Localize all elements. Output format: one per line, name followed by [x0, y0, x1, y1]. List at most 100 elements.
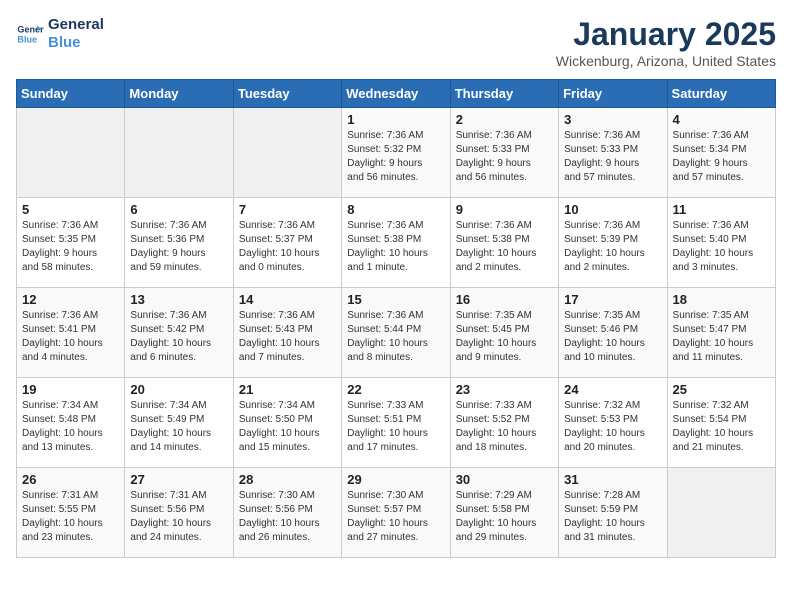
- day-info: Sunrise: 7:29 AM Sunset: 5:58 PM Dayligh…: [456, 489, 553, 545]
- day-number: 17: [564, 292, 661, 307]
- calendar-day-cell: 30 Sunrise: 7:29 AM Sunset: 5:58 PM Dayli…: [450, 468, 558, 558]
- calendar-day-cell: 26 Sunrise: 7:31 AM Sunset: 5:55 PM Dayli…: [17, 468, 125, 558]
- day-info: Sunrise: 7:36 AM Sunset: 5:42 PM Dayligh…: [130, 309, 227, 365]
- day-number: 16: [456, 292, 553, 307]
- calendar-day-cell: 15 Sunrise: 7:36 AM Sunset: 5:44 PM Dayli…: [342, 288, 450, 378]
- calendar-table: SundayMondayTuesdayWednesdayThursdayFrid…: [16, 79, 776, 558]
- day-number: 5: [22, 202, 119, 217]
- day-number: 24: [564, 382, 661, 397]
- day-number: 6: [130, 202, 227, 217]
- svg-text:Blue: Blue: [17, 34, 37, 44]
- day-number: 26: [22, 472, 119, 487]
- day-number: 15: [347, 292, 444, 307]
- title-block: January 2025 Wickenburg, Arizona, United…: [556, 16, 776, 69]
- day-number: 4: [673, 112, 770, 127]
- calendar-week-row: 26 Sunrise: 7:31 AM Sunset: 5:55 PM Dayli…: [17, 468, 776, 558]
- location: Wickenburg, Arizona, United States: [556, 53, 776, 69]
- calendar-day-cell: 9 Sunrise: 7:36 AM Sunset: 5:38 PM Daylig…: [450, 198, 558, 288]
- weekday-header-monday: Monday: [125, 80, 233, 108]
- day-info: Sunrise: 7:35 AM Sunset: 5:46 PM Dayligh…: [564, 309, 661, 365]
- calendar-day-cell: [233, 108, 341, 198]
- day-number: 12: [22, 292, 119, 307]
- day-info: Sunrise: 7:31 AM Sunset: 5:56 PM Dayligh…: [130, 489, 227, 545]
- day-number: 27: [130, 472, 227, 487]
- day-number: 31: [564, 472, 661, 487]
- calendar-day-cell: 14 Sunrise: 7:36 AM Sunset: 5:43 PM Dayli…: [233, 288, 341, 378]
- calendar-day-cell: 22 Sunrise: 7:33 AM Sunset: 5:51 PM Dayli…: [342, 378, 450, 468]
- calendar-day-cell: 11 Sunrise: 7:36 AM Sunset: 5:40 PM Dayli…: [667, 198, 775, 288]
- calendar-day-cell: 24 Sunrise: 7:32 AM Sunset: 5:53 PM Dayli…: [559, 378, 667, 468]
- calendar-day-cell: [17, 108, 125, 198]
- calendar-week-row: 19 Sunrise: 7:34 AM Sunset: 5:48 PM Dayli…: [17, 378, 776, 468]
- calendar-day-cell: [667, 468, 775, 558]
- day-info: Sunrise: 7:33 AM Sunset: 5:51 PM Dayligh…: [347, 399, 444, 455]
- day-number: 21: [239, 382, 336, 397]
- calendar-day-cell: 31 Sunrise: 7:28 AM Sunset: 5:59 PM Dayli…: [559, 468, 667, 558]
- day-info: Sunrise: 7:36 AM Sunset: 5:44 PM Dayligh…: [347, 309, 444, 365]
- day-number: 18: [673, 292, 770, 307]
- calendar-day-cell: 5Sunrise: 7:36 AM Sunset: 5:35 PM Daylig…: [17, 198, 125, 288]
- day-number: 20: [130, 382, 227, 397]
- calendar-day-cell: 28 Sunrise: 7:30 AM Sunset: 5:56 PM Dayli…: [233, 468, 341, 558]
- day-info: Sunrise: 7:36 AM Sunset: 5:41 PM Dayligh…: [22, 309, 119, 365]
- calendar-day-cell: 1 Sunrise: 7:36 AM Sunset: 5:32 PM Daylig…: [342, 108, 450, 198]
- day-info: Sunrise: 7:36 AM Sunset: 5:32 PM Dayligh…: [347, 129, 444, 185]
- day-info: Sunrise: 7:36 AM Sunset: 5:40 PM Dayligh…: [673, 219, 770, 275]
- calendar-day-cell: 23 Sunrise: 7:33 AM Sunset: 5:52 PM Dayli…: [450, 378, 558, 468]
- day-info: Sunrise: 7:36 AM Sunset: 5:39 PM Dayligh…: [564, 219, 661, 275]
- day-number: 1: [347, 112, 444, 127]
- day-number: 10: [564, 202, 661, 217]
- logo-icon: General Blue: [16, 20, 44, 48]
- day-info: Sunrise: 7:36 AM Sunset: 5:37 PM Dayligh…: [239, 219, 336, 275]
- calendar-day-cell: 20 Sunrise: 7:34 AM Sunset: 5:49 PM Dayli…: [125, 378, 233, 468]
- calendar-day-cell: 27 Sunrise: 7:31 AM Sunset: 5:56 PM Dayli…: [125, 468, 233, 558]
- day-info: Sunrise: 7:36 AM Sunset: 5:34 PM Dayligh…: [673, 129, 770, 185]
- day-number: 22: [347, 382, 444, 397]
- day-info: Sunrise: 7:36 AM Sunset: 5:38 PM Dayligh…: [456, 219, 553, 275]
- day-info: Sunrise: 7:36 AM Sunset: 5:38 PM Dayligh…: [347, 219, 444, 275]
- day-number: 14: [239, 292, 336, 307]
- calendar-week-row: 1 Sunrise: 7:36 AM Sunset: 5:32 PM Daylig…: [17, 108, 776, 198]
- day-number: 9: [456, 202, 553, 217]
- logo-blue: Blue: [48, 34, 104, 52]
- calendar-day-cell: 6Sunrise: 7:36 AM Sunset: 5:36 PM Daylig…: [125, 198, 233, 288]
- day-info: Sunrise: 7:32 AM Sunset: 5:53 PM Dayligh…: [564, 399, 661, 455]
- logo: General Blue General Blue: [16, 16, 104, 52]
- day-info: Sunrise: 7:34 AM Sunset: 5:49 PM Dayligh…: [130, 399, 227, 455]
- day-number: 29: [347, 472, 444, 487]
- page-header: General Blue General Blue January 2025 W…: [16, 16, 776, 69]
- day-info: Sunrise: 7:33 AM Sunset: 5:52 PM Dayligh…: [456, 399, 553, 455]
- calendar-day-cell: [125, 108, 233, 198]
- calendar-day-cell: 25Sunrise: 7:32 AM Sunset: 5:54 PM Dayli…: [667, 378, 775, 468]
- calendar-day-cell: 19 Sunrise: 7:34 AM Sunset: 5:48 PM Dayli…: [17, 378, 125, 468]
- day-number: 30: [456, 472, 553, 487]
- day-info: Sunrise: 7:36 AM Sunset: 5:43 PM Dayligh…: [239, 309, 336, 365]
- weekday-header-sunday: Sunday: [17, 80, 125, 108]
- calendar-week-row: 12 Sunrise: 7:36 AM Sunset: 5:41 PM Dayli…: [17, 288, 776, 378]
- calendar-day-cell: 8 Sunrise: 7:36 AM Sunset: 5:38 PM Daylig…: [342, 198, 450, 288]
- weekday-header-saturday: Saturday: [667, 80, 775, 108]
- day-number: 19: [22, 382, 119, 397]
- calendar-day-cell: 2Sunrise: 7:36 AM Sunset: 5:33 PM Daylig…: [450, 108, 558, 198]
- weekday-header-wednesday: Wednesday: [342, 80, 450, 108]
- day-number: 8: [347, 202, 444, 217]
- calendar-week-row: 5Sunrise: 7:36 AM Sunset: 5:35 PM Daylig…: [17, 198, 776, 288]
- day-number: 3: [564, 112, 661, 127]
- day-info: Sunrise: 7:34 AM Sunset: 5:48 PM Dayligh…: [22, 399, 119, 455]
- day-number: 23: [456, 382, 553, 397]
- calendar-day-cell: 4 Sunrise: 7:36 AM Sunset: 5:34 PM Daylig…: [667, 108, 775, 198]
- day-info: Sunrise: 7:30 AM Sunset: 5:57 PM Dayligh…: [347, 489, 444, 545]
- calendar-day-cell: 13 Sunrise: 7:36 AM Sunset: 5:42 PM Dayli…: [125, 288, 233, 378]
- calendar-day-cell: 10 Sunrise: 7:36 AM Sunset: 5:39 PM Dayli…: [559, 198, 667, 288]
- logo-general: General: [48, 16, 104, 34]
- day-info: Sunrise: 7:31 AM Sunset: 5:55 PM Dayligh…: [22, 489, 119, 545]
- calendar-day-cell: 12 Sunrise: 7:36 AM Sunset: 5:41 PM Dayli…: [17, 288, 125, 378]
- calendar-day-cell: 18Sunrise: 7:35 AM Sunset: 5:47 PM Dayli…: [667, 288, 775, 378]
- day-info: Sunrise: 7:28 AM Sunset: 5:59 PM Dayligh…: [564, 489, 661, 545]
- day-number: 28: [239, 472, 336, 487]
- day-number: 2: [456, 112, 553, 127]
- day-number: 11: [673, 202, 770, 217]
- calendar-day-cell: 21Sunrise: 7:34 AM Sunset: 5:50 PM Dayli…: [233, 378, 341, 468]
- day-info: Sunrise: 7:30 AM Sunset: 5:56 PM Dayligh…: [239, 489, 336, 545]
- day-number: 13: [130, 292, 227, 307]
